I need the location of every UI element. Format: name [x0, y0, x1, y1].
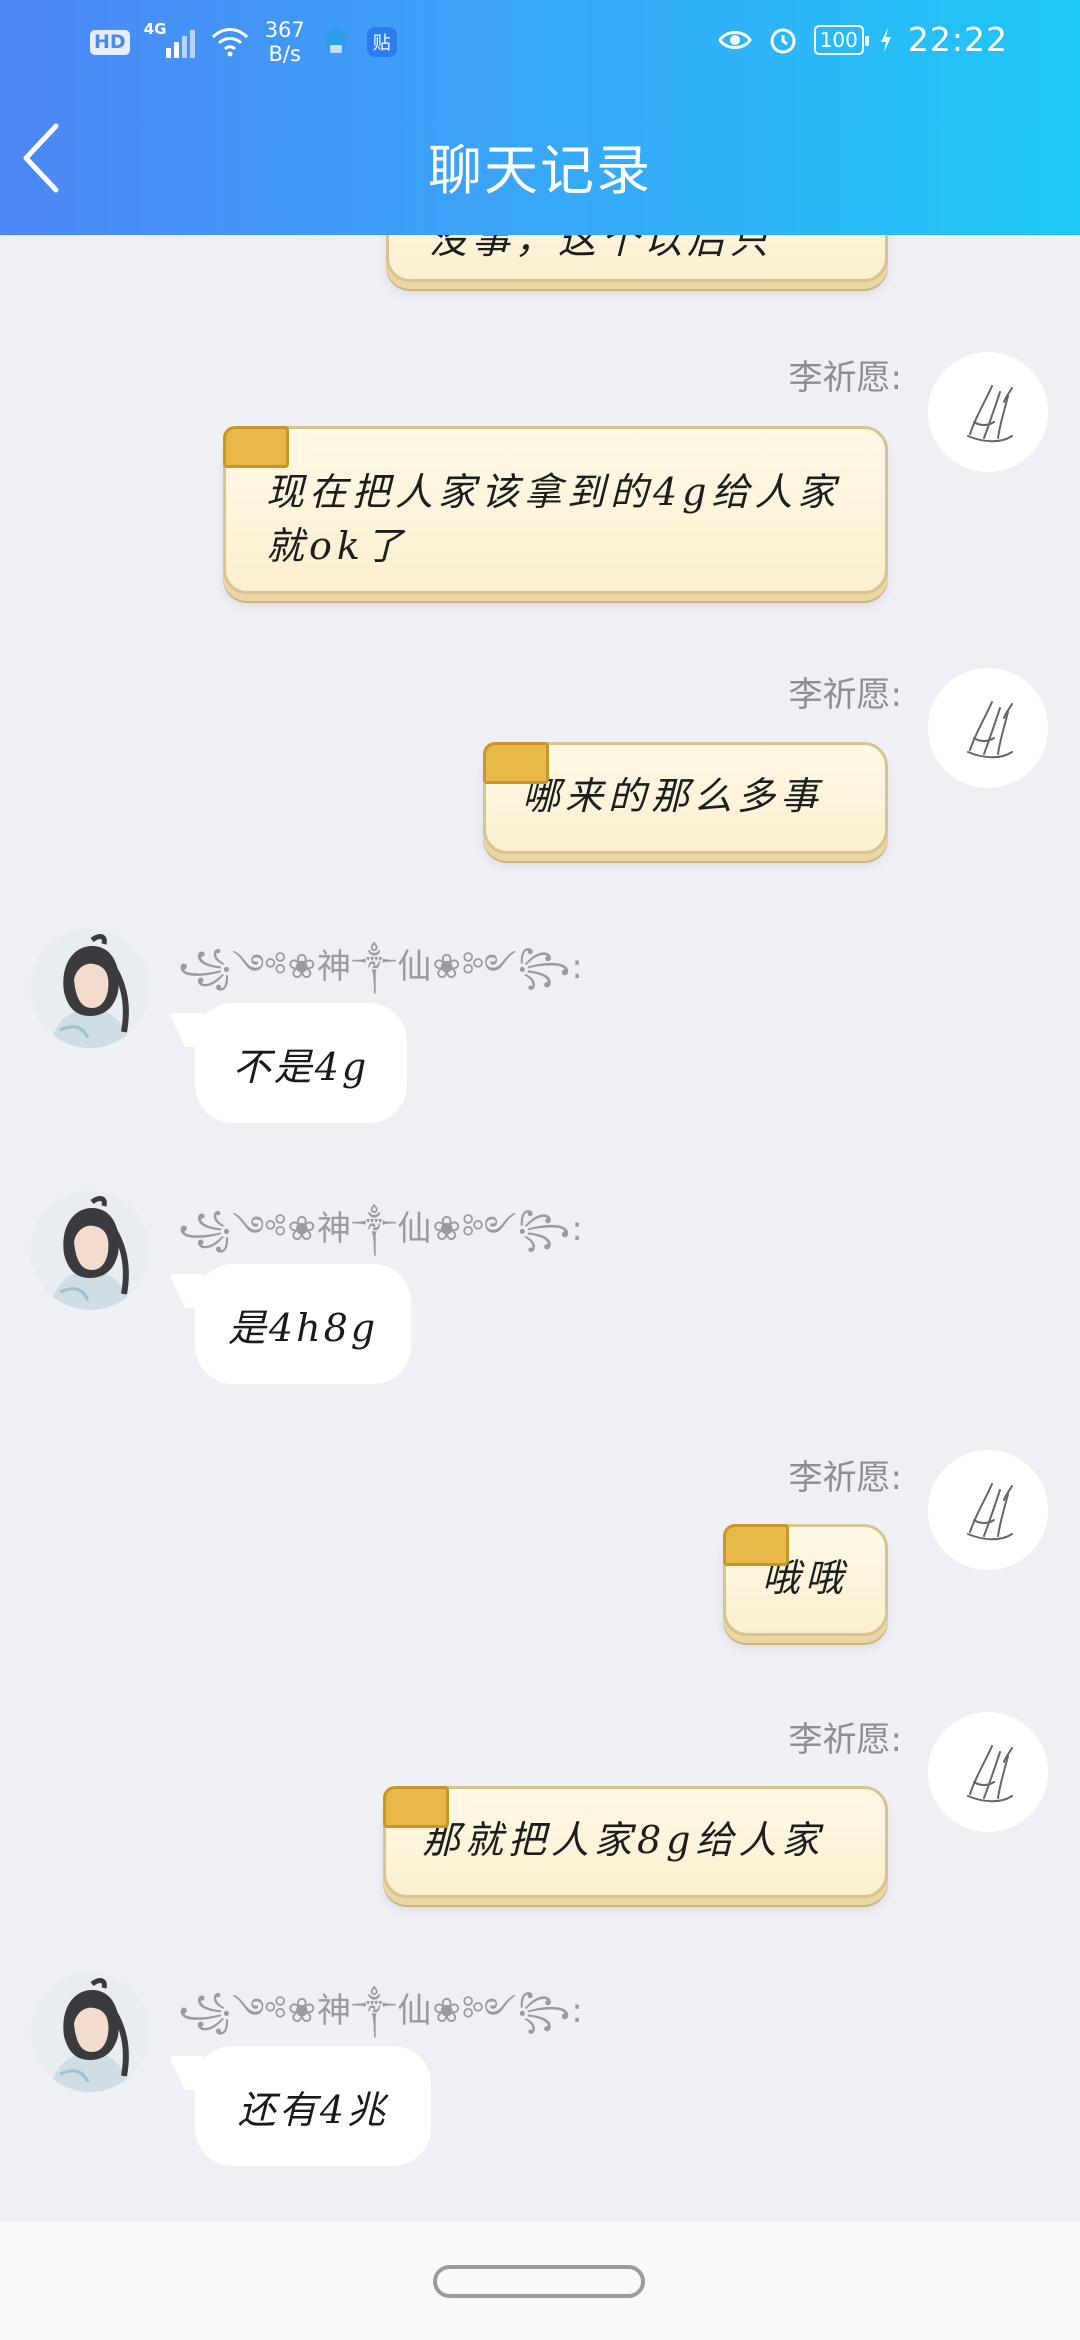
chat-history[interactable]: 没事，这个以后只 李祈愿: 现在把人家该拿到的4g给人家就ok了 李祈愿: 哪来…: [0, 0, 1080, 2222]
qq-notification-icon: [325, 29, 346, 53]
wifi-icon: [211, 28, 248, 57]
app-header: HD 4G 367 B/s 贴 100 22:22 聊天记录: [0, 0, 1080, 235]
network-type: 4G: [143, 20, 167, 38]
sender-name: 李祈愿:: [788, 1720, 902, 1760]
scroll-tab-decoration: [223, 426, 289, 468]
scroll-tab-decoration: [383, 1786, 449, 1828]
cellular-signal-icon: 4G: [144, 20, 195, 58]
sender-name: 李祈愿:: [788, 1458, 902, 1498]
message-text: 还有4兆: [237, 2087, 389, 2132]
paste-notification-icon: 贴: [366, 27, 397, 57]
avatar-other[interactable]: [30, 1972, 150, 2092]
hand-sketch-icon: [928, 668, 1048, 788]
message-text: 哪来的那么多事: [522, 774, 824, 818]
sender-name: 李祈愿:: [788, 675, 902, 715]
message-bubble-right[interactable]: 哪来的那么多事: [483, 742, 888, 854]
avatar-self[interactable]: [928, 668, 1048, 788]
page-title: 聊天记录: [428, 139, 652, 202]
status-time: 22:22: [907, 20, 1008, 59]
scroll-tab-decoration: [723, 1524, 789, 1566]
hand-sketch-icon: [928, 1712, 1048, 1832]
message-bubble-left[interactable]: 还有4兆: [195, 2046, 431, 2166]
anime-character-avatar-icon: [30, 1972, 150, 2092]
speed-value: 367: [264, 18, 305, 42]
hand-sketch-icon: [928, 1450, 1048, 1570]
speed-unit: B/s: [268, 42, 301, 66]
avatar-other[interactable]: [30, 1190, 150, 1310]
message-text: 是4h8g: [227, 1305, 379, 1350]
anime-character-avatar-icon: [30, 1190, 150, 1310]
charging-icon: [880, 27, 891, 52]
hand-sketch-icon: [928, 352, 1048, 472]
message-text: 现在把人家该拿到的4g给人家就ok了: [266, 470, 841, 568]
anime-character-avatar-icon: [30, 928, 150, 1048]
message-bubble-right[interactable]: 哦哦: [723, 1524, 888, 1636]
message-bubble-left[interactable]: 不是4g: [195, 1003, 407, 1123]
message-bubble-left[interactable]: 是4h8g: [195, 1264, 411, 1384]
message-text: 不是4g: [232, 1044, 370, 1089]
avatar-other[interactable]: [30, 928, 150, 1048]
message-bubble-right[interactable]: 现在把人家该拿到的4g给人家就ok了: [223, 426, 888, 594]
home-indicator[interactable]: [433, 2265, 645, 2298]
message-bubble-right[interactable]: 那就把人家8g给人家: [383, 1786, 888, 1898]
message-text: 那就把人家8g给人家: [422, 1818, 825, 1862]
avatar-self[interactable]: [928, 1712, 1048, 1832]
eye-comfort-icon: [717, 30, 752, 49]
hd-call-badge: HD: [90, 29, 130, 55]
status-bar: HD 4G 367 B/s 贴 100 22:22: [0, 0, 1080, 85]
alarm-icon: [770, 28, 796, 53]
sender-name: 李祈愿:: [788, 358, 902, 398]
avatar-self[interactable]: [928, 352, 1048, 472]
scroll-tab-decoration: [483, 742, 549, 784]
battery-indicator: 100: [813, 24, 870, 55]
system-navigation-bar: [0, 2222, 1080, 2340]
network-speed: 367 B/s: [265, 18, 305, 66]
avatar-self[interactable]: [928, 1450, 1048, 1570]
